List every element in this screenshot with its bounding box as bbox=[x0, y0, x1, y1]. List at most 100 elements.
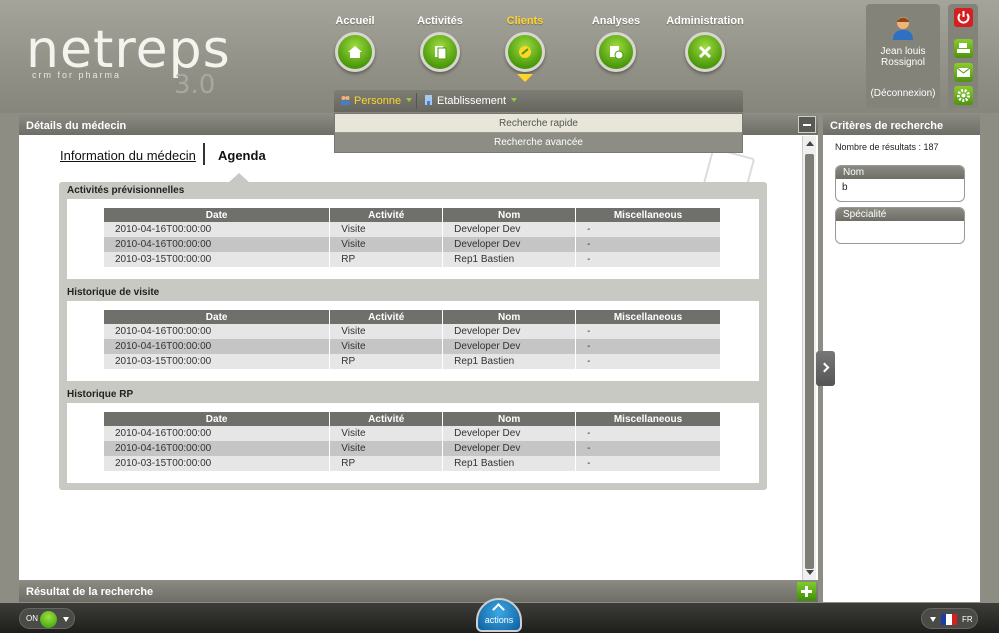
tab-agenda[interactable]: Agenda bbox=[218, 148, 266, 163]
column-header[interactable]: Miscellaneous bbox=[575, 208, 721, 222]
chevron-down-icon bbox=[406, 98, 413, 102]
column-header[interactable]: Activité bbox=[329, 310, 444, 324]
documents-icon[interactable] bbox=[420, 32, 460, 72]
power-icon[interactable] bbox=[954, 8, 973, 27]
panel-toggle-chevron-right-icon[interactable] bbox=[816, 351, 835, 386]
table-row[interactable]: 2010-03-15T00:00:00 RP Rep1 Bastien - bbox=[104, 252, 721, 267]
results-bar-title: Résultat de la recherche bbox=[26, 586, 154, 598]
subnav-etablissement[interactable]: Etablissement bbox=[423, 95, 518, 107]
chevron-down-icon bbox=[930, 617, 936, 622]
column-header[interactable]: Nom bbox=[442, 310, 577, 324]
table-row[interactable]: 2010-04-16T00:00:00 Visite Developer Dev… bbox=[104, 441, 721, 456]
cell-activity: Visite bbox=[329, 339, 444, 354]
cell-misc: - bbox=[575, 222, 721, 237]
table-row[interactable]: 2010-04-16T00:00:00 Visite Developer Dev… bbox=[104, 222, 721, 237]
add-plus-icon[interactable] bbox=[797, 582, 816, 601]
cell-misc: - bbox=[575, 456, 721, 471]
table-row[interactable]: 2010-04-16T00:00:00 Visite Developer Dev… bbox=[104, 324, 721, 339]
minimize-button[interactable] bbox=[798, 116, 816, 133]
logout-link[interactable]: (Déconnexion) bbox=[866, 88, 940, 99]
nav-clients[interactable]: Clients bbox=[480, 14, 570, 82]
cell-activity: Visite bbox=[329, 426, 444, 441]
table-row[interactable]: 2010-04-16T00:00:00 Visite Developer Dev… bbox=[104, 237, 721, 252]
column-header[interactable]: Miscellaneous bbox=[575, 310, 721, 324]
tools-icon[interactable] bbox=[685, 32, 725, 72]
column-header[interactable]: Nom bbox=[442, 412, 577, 426]
tab-information-medecin[interactable]: Information du médecin bbox=[60, 148, 196, 163]
criterion-label: Nom bbox=[836, 166, 964, 179]
subnav-personne[interactable]: Personne bbox=[340, 95, 413, 107]
criterion-nom[interactable]: Nom b bbox=[835, 165, 965, 202]
table-row[interactable]: 2010-04-16T00:00:00 Visite Developer Dev… bbox=[104, 339, 721, 354]
section-title: Activités prévisionnelles bbox=[67, 185, 185, 196]
menu-item-recherche-avancee[interactable]: Recherche avancée bbox=[335, 133, 742, 152]
online-toggle[interactable]: ON bbox=[19, 608, 75, 629]
table-row[interactable]: 2010-04-16T00:00:00 Visite Developer Dev… bbox=[104, 426, 721, 441]
mail-icon[interactable] bbox=[954, 63, 973, 82]
column-header[interactable]: Date bbox=[104, 412, 331, 426]
column-header[interactable]: Date bbox=[104, 208, 331, 222]
section-historique-rp: Date Activité Nom Miscellaneous 2010-04-… bbox=[67, 403, 759, 483]
criterion-specialite[interactable]: Spécialité bbox=[835, 207, 965, 244]
logo-version: 3.0 bbox=[174, 70, 216, 100]
language-selector[interactable]: FR bbox=[921, 608, 978, 629]
nav-label: Accueil bbox=[335, 15, 375, 27]
search-results-bar[interactable]: Résultat de la recherche bbox=[19, 581, 818, 602]
side-tools bbox=[948, 4, 978, 108]
cell-name: Developer Dev bbox=[442, 339, 577, 354]
print-icon[interactable] bbox=[954, 39, 973, 58]
nav-label: Analyses bbox=[591, 15, 641, 27]
search-criteria-panel: Critères de recherche Nombre de résultat… bbox=[823, 115, 980, 602]
building-icon bbox=[425, 95, 432, 105]
user-name-last: Rossignol bbox=[881, 57, 925, 68]
cell-misc: - bbox=[575, 354, 721, 369]
criterion-value[interactable] bbox=[836, 221, 964, 243]
nav-activites[interactable]: Activités bbox=[395, 14, 485, 72]
subnav-etablissement-label: Etablissement bbox=[437, 95, 507, 107]
home-icon[interactable] bbox=[335, 32, 375, 72]
settings-gear-icon[interactable] bbox=[954, 86, 973, 105]
personne-dropdown-menu: Recherche rapide Recherche avancée bbox=[334, 113, 743, 153]
cell-name: Developer Dev bbox=[442, 237, 577, 252]
scroll-up-icon[interactable] bbox=[806, 141, 814, 146]
cell-name: Rep1 Bastien bbox=[442, 252, 577, 267]
table-row[interactable]: 2010-03-15T00:00:00 RP Rep1 Bastien - bbox=[104, 456, 721, 471]
column-header[interactable]: Nom bbox=[442, 208, 577, 222]
column-header[interactable]: Activité bbox=[329, 208, 444, 222]
cell-activity: RP bbox=[329, 354, 444, 369]
analyses-icon[interactable] bbox=[596, 32, 636, 72]
nav-label: Activités bbox=[417, 15, 463, 27]
nav-accueil[interactable]: Accueil bbox=[310, 14, 400, 72]
status-led-icon bbox=[40, 611, 57, 628]
nav-label: Clients bbox=[506, 15, 544, 27]
cell-misc: - bbox=[575, 339, 721, 354]
column-header[interactable]: Miscellaneous bbox=[575, 412, 721, 426]
table-row[interactable]: 2010-03-15T00:00:00 RP Rep1 Bastien - bbox=[104, 354, 721, 369]
section-title: Historique de visite bbox=[67, 287, 160, 298]
cell-name: Rep1 Bastien bbox=[442, 456, 577, 471]
netreps-logo: netreps crm for pharma 3.0 bbox=[26, 20, 236, 100]
scroll-down-icon[interactable] bbox=[806, 570, 814, 575]
people-icon bbox=[341, 96, 350, 105]
menu-item-recherche-rapide[interactable]: Recherche rapide bbox=[335, 114, 742, 133]
cell-activity: Visite bbox=[329, 222, 444, 237]
cell-name: Rep1 Bastien bbox=[442, 354, 577, 369]
cell-activity: RP bbox=[329, 252, 444, 267]
criterion-label: Spécialité bbox=[836, 208, 964, 221]
nav-administration[interactable]: Administration bbox=[660, 14, 750, 72]
cell-misc: - bbox=[575, 324, 721, 339]
scroll-thumb[interactable] bbox=[805, 154, 814, 569]
user-name-first: Jean louis bbox=[880, 46, 926, 57]
cell-activity: Visite bbox=[329, 441, 444, 456]
cell-activity: Visite bbox=[329, 237, 444, 252]
criterion-value[interactable]: b bbox=[836, 179, 964, 201]
column-header[interactable]: Date bbox=[104, 310, 331, 324]
activities-table: Date Activité Nom Miscellaneous 2010-04-… bbox=[104, 208, 721, 267]
clients-icon[interactable] bbox=[505, 32, 545, 72]
column-header[interactable]: Activité bbox=[329, 412, 444, 426]
vertical-scrollbar[interactable] bbox=[802, 136, 816, 580]
nav-analyses[interactable]: Analyses bbox=[571, 14, 661, 72]
french-flag-icon bbox=[941, 614, 957, 625]
table-header-row: Date Activité Nom Miscellaneous bbox=[104, 208, 721, 222]
logo-text: netreps bbox=[26, 20, 231, 80]
